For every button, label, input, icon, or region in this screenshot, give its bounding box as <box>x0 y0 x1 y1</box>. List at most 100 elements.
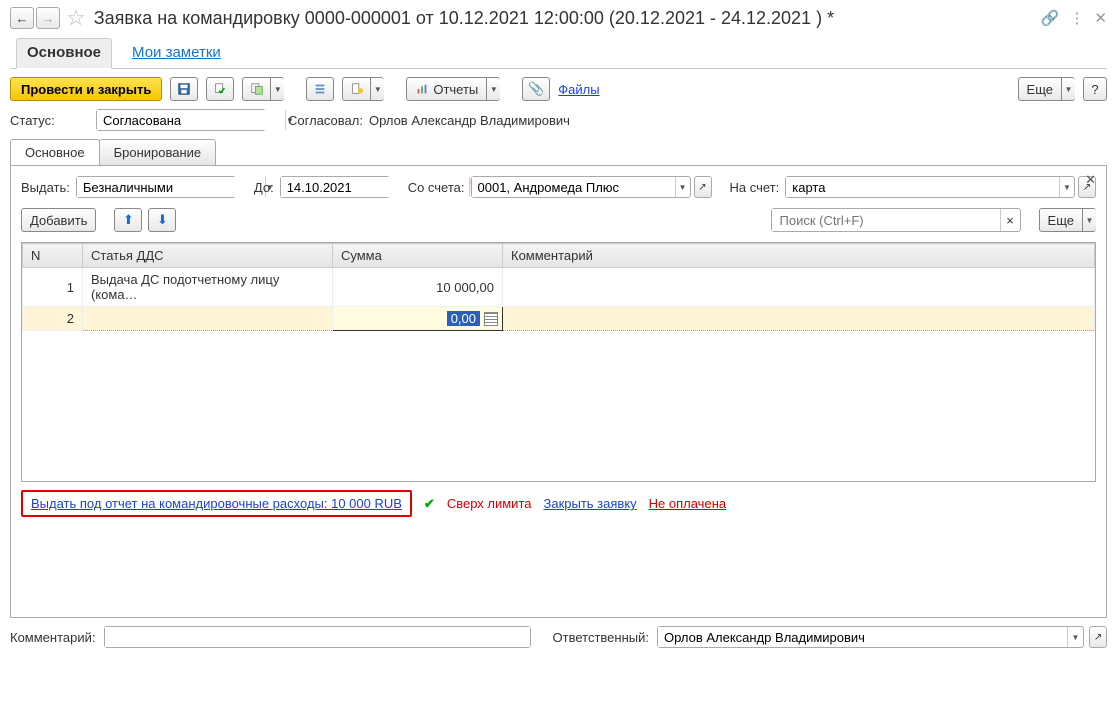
col-n[interactable]: N <box>23 244 83 268</box>
subpanel-close-icon[interactable]: ✕ <box>1085 172 1096 188</box>
responsible-dropdown-icon[interactable]: ▼ <box>1067 627 1083 647</box>
cell-sum-value[interactable]: 0,00 <box>447 311 480 326</box>
to-account-combo[interactable]: ▼ <box>785 176 1075 198</box>
before-label: До: <box>254 180 274 195</box>
from-account-combo[interactable]: ▼ <box>471 176 691 198</box>
comment-field[interactable] <box>104 626 531 648</box>
post-and-close-button[interactable]: Провести и закрыть <box>10 77 162 101</box>
attach-button[interactable]: 📎 <box>522 77 550 101</box>
table-row[interactable]: 2 0,00 <box>23 307 1095 331</box>
create-based-on-dropdown[interactable]: ▼ <box>270 77 284 101</box>
status-label: Статус: <box>10 113 90 128</box>
help-button[interactable]: ? <box>1083 77 1107 101</box>
toolbar: Провести и закрыть ▼ ▼ Отчеты ▼ 📎 Файлы … <box>10 77 1107 101</box>
responsible-combo[interactable]: ▼ <box>657 626 1084 648</box>
footer-row: Комментарий: Ответственный: ▼ ↗ <box>10 626 1107 648</box>
files-link[interactable]: Файлы <box>558 82 599 97</box>
create-based-on-split[interactable]: ▼ <box>242 77 284 101</box>
cell-sum[interactable]: 10 000,00 <box>333 268 503 307</box>
highlight-box: Выдать под отчет на командировочные расх… <box>21 490 412 517</box>
table-more-button[interactable]: Еще <box>1039 208 1082 232</box>
reports-split[interactable]: Отчеты ▼ <box>406 77 500 101</box>
col-comment[interactable]: Комментарий <box>503 244 1095 268</box>
page-title: Заявка на командировку 0000-000001 от 10… <box>94 8 1041 29</box>
check-icon: ✔ <box>424 496 435 512</box>
give-label: Выдать: <box>21 180 70 195</box>
issue-advance-link[interactable]: Выдать под отчет на командировочные расх… <box>31 496 402 511</box>
comment-label: Комментарий: <box>10 630 96 645</box>
responsible-open-icon[interactable]: ↗ <box>1089 626 1107 648</box>
col-dds[interactable]: Статья ДДС <box>83 244 333 268</box>
give-input[interactable] <box>77 177 265 197</box>
status-row: Статус: ▼ Согласовал: Орлов Александр Вл… <box>10 109 1107 131</box>
table-more-dropdown[interactable]: ▼ <box>1082 208 1096 232</box>
page-tabs: Основное Мои заметки <box>10 38 1107 69</box>
more-split[interactable]: Еще ▼ <box>1018 77 1075 101</box>
more-dropdown[interactable]: ▼ <box>1061 77 1075 101</box>
nav-back-button[interactable]: ← <box>10 7 34 29</box>
give-combo[interactable]: ▼ <box>76 176 236 198</box>
cell-n[interactable]: 1 <box>23 268 83 307</box>
to-account-label: На счет: <box>730 180 780 195</box>
cell-sum-editing[interactable]: 0,00 <box>333 307 503 331</box>
close-window-icon[interactable]: ✕ <box>1094 9 1107 27</box>
table-row[interactable]: 1 Выдача ДС подотчетному лицу (кома… 10 … <box>23 268 1095 307</box>
search-input[interactable] <box>772 209 1000 231</box>
reports-button[interactable]: Отчеты <box>406 77 486 101</box>
reports-dropdown[interactable]: ▼ <box>486 77 500 101</box>
before-date[interactable]: 📅 <box>280 176 390 198</box>
titlebar: ← → ☆ Заявка на командировку 0000-000001… <box>10 4 1107 32</box>
payout-row: Выдать: ▼ До: 📅 Со счета: ▼ ↗ На счет: ▼… <box>21 176 1096 198</box>
move-down-button[interactable]: ⬇ <box>148 208 176 232</box>
approved-by-label: Согласовал: <box>288 113 363 128</box>
from-account-dropdown-icon[interactable]: ▼ <box>675 177 690 197</box>
kebab-menu-icon[interactable]: ⋮ <box>1069 9 1084 27</box>
to-account-dropdown-icon[interactable]: ▼ <box>1059 177 1074 197</box>
add-row-button[interactable]: Добавить <box>21 208 96 232</box>
status-combo[interactable]: ▼ <box>96 109 266 131</box>
link-icon[interactable]: 🔗 <box>1041 9 1060 27</box>
favorite-star-icon[interactable]: ☆ <box>66 5 86 31</box>
table-more-split[interactable]: Еще ▼ <box>1039 208 1096 232</box>
cell-dds[interactable]: Выдача ДС подотчетному лицу (кома… <box>83 268 333 307</box>
close-request-link[interactable]: Закрыть заявку <box>544 496 637 511</box>
bottom-actions: Выдать под отчет на командировочные расх… <box>21 490 1096 517</box>
post-button[interactable] <box>206 77 234 101</box>
main-panel: ✕ Выдать: ▼ До: 📅 Со счета: ▼ ↗ На счет:… <box>10 165 1107 618</box>
comment-input[interactable] <box>105 627 530 647</box>
approved-by-value: Орлов Александр Владимирович <box>369 113 570 128</box>
list-button[interactable] <box>306 77 334 101</box>
cell-comment[interactable] <box>503 307 1095 331</box>
inner-tabs: Основное Бронирование <box>10 139 1107 165</box>
inner-tab-booking[interactable]: Бронирование <box>99 139 217 165</box>
tab-main[interactable]: Основное <box>16 38 112 69</box>
responsible-input[interactable] <box>658 627 1067 647</box>
move-up-button[interactable]: ⬆ <box>114 208 142 232</box>
search-clear-icon[interactable]: × <box>1000 209 1020 231</box>
over-limit-text: Сверх лимита <box>447 496 532 511</box>
cell-n[interactable]: 2 <box>23 307 83 331</box>
print-dropdown[interactable]: ▼ <box>370 77 384 101</box>
tab-notes[interactable]: Мои заметки <box>126 38 227 68</box>
responsible-label: Ответственный: <box>553 630 649 645</box>
from-account-open-icon[interactable]: ↗ <box>694 176 712 198</box>
from-account-input[interactable] <box>472 177 675 197</box>
reports-label: Отчеты <box>433 82 478 97</box>
cell-dds[interactable] <box>83 307 333 331</box>
dds-table: N Статья ДДС Сумма Комментарий 1 Выдача … <box>21 242 1096 482</box>
create-based-on-button[interactable] <box>242 77 270 101</box>
more-button[interactable]: Еще <box>1018 77 1061 101</box>
from-account-label: Со счета: <box>408 180 465 195</box>
nav-forward-button[interactable]: → <box>36 7 60 29</box>
col-sum[interactable]: Сумма <box>333 244 503 268</box>
cell-comment[interactable] <box>503 268 1095 307</box>
inner-tab-main[interactable]: Основное <box>10 139 100 165</box>
to-account-input[interactable] <box>786 177 1059 197</box>
print-button[interactable] <box>342 77 370 101</box>
print-split[interactable]: ▼ <box>342 77 384 101</box>
not-paid-text: Не оплачена <box>649 496 726 511</box>
save-button[interactable] <box>170 77 198 101</box>
calculator-icon[interactable] <box>484 312 498 326</box>
search-box[interactable]: × <box>771 208 1021 232</box>
status-input[interactable] <box>97 110 285 130</box>
